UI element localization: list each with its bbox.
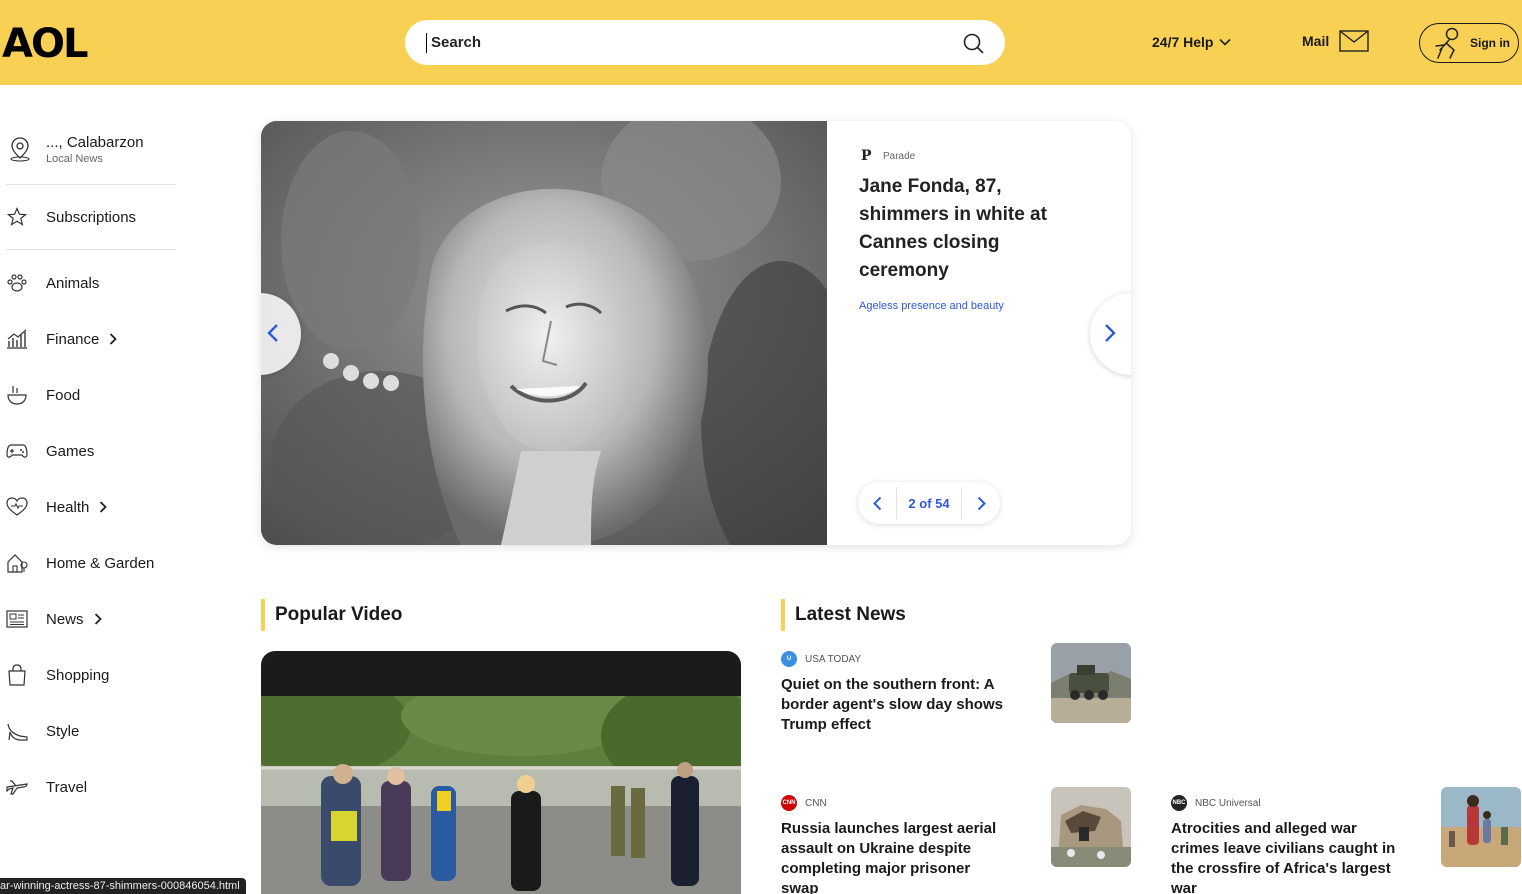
news-story[interactable]: CNN CNN Russia launches largest aerial a…: [781, 787, 1131, 894]
story-source-name: CNN: [805, 797, 827, 809]
sidebar-item-label: Subscriptions: [46, 208, 137, 226]
browser-status-url: ar-winning-actress-87-shimmers-000846054…: [0, 878, 246, 894]
sidebar-item-label: Games: [46, 442, 95, 460]
popular-video-player[interactable]: [261, 651, 741, 894]
sidebar-item-finance[interactable]: Finance: [6, 324, 181, 354]
gamepad-icon: [6, 440, 28, 462]
search-input[interactable]: Search: [431, 34, 481, 51]
sidebar-item-label: Travel: [46, 778, 88, 796]
shopping-bag-icon: [6, 664, 28, 686]
sidebar-item-label: Animals: [46, 274, 100, 292]
location-sub: Local News: [46, 153, 103, 165]
food-bowl-icon: [6, 384, 28, 406]
hero-photo[interactable]: [261, 121, 827, 545]
hero-carousel: P Parade Jane Fonda, 87, shimmers in whi…: [261, 121, 1131, 545]
star-icon: [6, 206, 28, 228]
high-heel-icon: [6, 720, 28, 742]
sidebar-item-label: Finance: [46, 330, 100, 348]
sidebar-divider: [6, 249, 176, 250]
story-thumbnail[interactable]: [1051, 787, 1131, 867]
sidebar-divider: [6, 184, 176, 185]
location-name: ..., Calabarzon: [46, 134, 144, 151]
story-source-name: USA TODAY: [805, 653, 862, 665]
help-dropdown[interactable]: 24/7 Help: [1152, 34, 1232, 50]
story-source: NBC NBC Universal: [1171, 795, 1261, 811]
pager-count: 2 of 54: [908, 495, 950, 511]
location-pin-icon: [10, 137, 30, 162]
sidebar-item-label: Shopping: [46, 666, 110, 684]
sidebar-item-travel[interactable]: Travel: [6, 772, 181, 802]
sidebar-item-label: News: [46, 610, 84, 628]
story-title[interactable]: Russia launches largest aerial assault o…: [781, 819, 1009, 894]
chevron-right-icon: [99, 501, 108, 513]
story-source: CNN CNN: [781, 795, 827, 811]
chevron-left-icon: [267, 324, 278, 342]
hero-source: Parade: [883, 151, 916, 162]
hero-headline[interactable]: Jane Fonda, 87, shimmers in white at Can…: [859, 173, 1089, 285]
sign-in-button[interactable]: Sign in: [1419, 23, 1519, 63]
carousel-next-button[interactable]: [1090, 293, 1131, 375]
story-title[interactable]: Atrocities and alleged war crimes leave …: [1171, 819, 1399, 894]
newspaper-icon: [6, 608, 28, 630]
search-caret: [426, 33, 427, 53]
story-source-name: NBC Universal: [1195, 797, 1261, 809]
mail-label: Mail: [1302, 33, 1330, 49]
sidebar-item-games[interactable]: Games: [6, 436, 181, 466]
chevron-right-icon: [1105, 324, 1116, 342]
sidebar-item-label: Food: [46, 386, 81, 404]
pager-next-button[interactable]: [962, 482, 1000, 524]
carousel-pager: 2 of 54: [858, 482, 1000, 524]
envelope-icon: [1339, 30, 1369, 52]
sidebar-item-style[interactable]: Style: [6, 716, 181, 746]
paw-icon: [6, 272, 28, 294]
story-source: U USA TODAY: [781, 651, 861, 667]
cnn-logo-icon: CNN: [781, 795, 797, 811]
help-label: 24/7 Help: [1152, 34, 1214, 50]
chevron-right-icon: [94, 613, 102, 625]
news-story[interactable]: NBC NBC Universal Atrocities and alleged…: [1171, 787, 1521, 894]
news-story[interactable]: U USA TODAY Quiet on the southern front:…: [781, 643, 1131, 751]
usa-today-logo-icon: U: [781, 651, 797, 667]
chevron-down-icon: [1219, 38, 1232, 46]
chevron-right-icon: [977, 496, 986, 510]
home-garden-icon: [6, 552, 28, 574]
sidebar-item-home-garden[interactable]: Home & Garden: [6, 548, 181, 578]
chevron-left-icon: [872, 496, 881, 510]
airplane-icon: [6, 776, 28, 798]
story-thumbnail[interactable]: [1441, 787, 1521, 867]
sidebar-item-health[interactable]: Health: [6, 492, 181, 522]
nbc-peacock-logo-icon: NBC: [1171, 795, 1187, 811]
hero-subtitle[interactable]: Ageless presence and beauty: [859, 300, 1004, 312]
search-box[interactable]: [405, 20, 1005, 65]
mail-link[interactable]: Mail: [1302, 30, 1369, 52]
sidebar-item-food[interactable]: Food: [6, 380, 181, 410]
story-thumbnail[interactable]: [1051, 643, 1131, 723]
popular-video-heading: Popular Video: [261, 599, 402, 631]
sign-in-person-icon: [1435, 27, 1459, 59]
sidebar-item-news[interactable]: News: [6, 604, 181, 634]
sidebar-item-subscriptions[interactable]: Subscriptions: [6, 202, 181, 232]
chevron-right-icon: [109, 333, 118, 345]
latest-news-heading: Latest News: [781, 599, 906, 631]
top-header: AOL Search 24/7 Help Mail Sign in: [0, 0, 1522, 85]
video-frame: [261, 696, 741, 894]
parade-logo: P: [861, 148, 872, 164]
local-news-location[interactable]: ..., Calabarzon Local News: [6, 134, 176, 182]
pager-prev-button[interactable]: [858, 482, 896, 524]
story-title[interactable]: Quiet on the southern front: A border ag…: [781, 675, 1009, 735]
search-icon[interactable]: [962, 32, 984, 54]
sign-in-label: Sign in: [1470, 36, 1510, 50]
sidebar-item-animals[interactable]: Animals: [6, 268, 181, 298]
sidebar-item-label: Home & Garden: [46, 554, 155, 572]
aol-logo[interactable]: AOL: [2, 22, 88, 66]
sidebar-item-label: Health: [46, 498, 90, 516]
heart-pulse-icon: [6, 496, 28, 518]
finance-chart-icon: [6, 328, 28, 350]
sidebar-item-label: Style: [46, 722, 80, 740]
sidebar-item-shopping[interactable]: Shopping: [6, 660, 181, 690]
